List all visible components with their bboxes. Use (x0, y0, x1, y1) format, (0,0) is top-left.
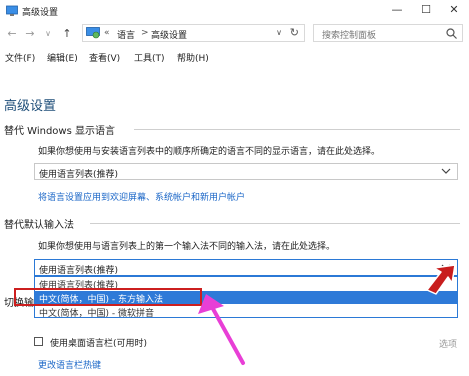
close-button[interactable]: ✕ (440, 0, 468, 22)
search-icon[interactable] (446, 28, 457, 39)
default-input-dropdown[interactable]: 使用语言列表(推荐) (34, 259, 458, 276)
menu-file[interactable]: 文件(F) (5, 51, 35, 64)
display-language-selected: 使用语言列表(推荐) (39, 170, 119, 180)
recent-locations-chevron-icon[interactable]: ∨ (41, 26, 55, 42)
chevron-down-icon (441, 168, 451, 174)
title-bar: 高级设置 — ☐ ✕ (0, 0, 469, 22)
highlight-box (14, 288, 202, 306)
apply-settings-link[interactable]: 将语言设置应用到欢迎屏幕、系统帐户和新用户帐户 (38, 190, 245, 203)
breadcrumb-overflow[interactable]: « (104, 28, 110, 38)
search-input[interactable]: 搜索控制面板 (322, 28, 376, 41)
input-option-microsoft-pinyin[interactable]: 中文(简体，中国) - 微软拼音 (35, 305, 457, 319)
address-bar[interactable]: « 语言 > 高级设置 ∨ ↻ (82, 24, 305, 42)
page-title: 高级设置 (4, 99, 57, 114)
language-bar-checkbox[interactable] (34, 337, 43, 346)
language-bar-checkbox-label: 使用桌面语言栏(可用时) (50, 339, 148, 349)
default-input-description: 如果你想使用与语言列表上的第一个输入法不同的输入法，请在此处选择。 (38, 242, 336, 252)
option-label: 中文(简体，中国) - 微软拼音 (39, 309, 154, 319)
search-box[interactable]: 搜索控制面板 (313, 24, 463, 42)
window-title: 高级设置 (22, 8, 59, 18)
menu-view[interactable]: 查看(V) (89, 51, 120, 64)
options-link[interactable]: 选项 (439, 337, 457, 350)
forward-arrow-icon[interactable]: → (23, 26, 37, 42)
breadcrumb-item-current[interactable]: 高级设置 (151, 28, 187, 41)
change-hotkeys-link[interactable]: 更改语言栏热键 (38, 358, 101, 371)
display-language-description: 如果你想使用与安装语言列表中的顺序所确定的语言不同的显示语言，请在此处选择。 (38, 147, 381, 157)
menu-edit[interactable]: 编辑(E) (47, 51, 78, 64)
up-arrow-icon[interactable]: ↑ (60, 26, 74, 42)
control-panel-icon (86, 27, 100, 39)
menu-tools[interactable]: 工具(T) (134, 51, 165, 64)
default-input-selected: 使用语言列表(推荐) (39, 266, 119, 276)
breadcrumb-separator: > (141, 28, 149, 38)
display-language-dropdown[interactable]: 使用语言列表(推荐) (34, 163, 458, 180)
default-input-heading: 替代默认输入法 (4, 220, 74, 231)
menu-bar: 文件(F) 编辑(E) 查看(V) 工具(T) 帮助(H) (0, 49, 469, 65)
maximize-button[interactable]: ☐ (412, 0, 440, 22)
minimize-button[interactable]: — (383, 0, 411, 22)
chevron-down-icon (441, 264, 451, 270)
control-panel-icon (6, 5, 18, 16)
display-language-heading: 替代 Windows 显示语言 (4, 126, 115, 137)
refresh-icon[interactable]: ↻ (290, 26, 299, 39)
breadcrumb-item-language[interactable]: 语言 (117, 28, 135, 41)
address-dropdown-chevron-icon[interactable]: ∨ (276, 28, 282, 37)
section-divider (134, 129, 460, 130)
menu-help[interactable]: 帮助(H) (177, 51, 209, 64)
back-arrow-icon[interactable]: ← (5, 26, 19, 42)
section-divider (90, 223, 460, 224)
